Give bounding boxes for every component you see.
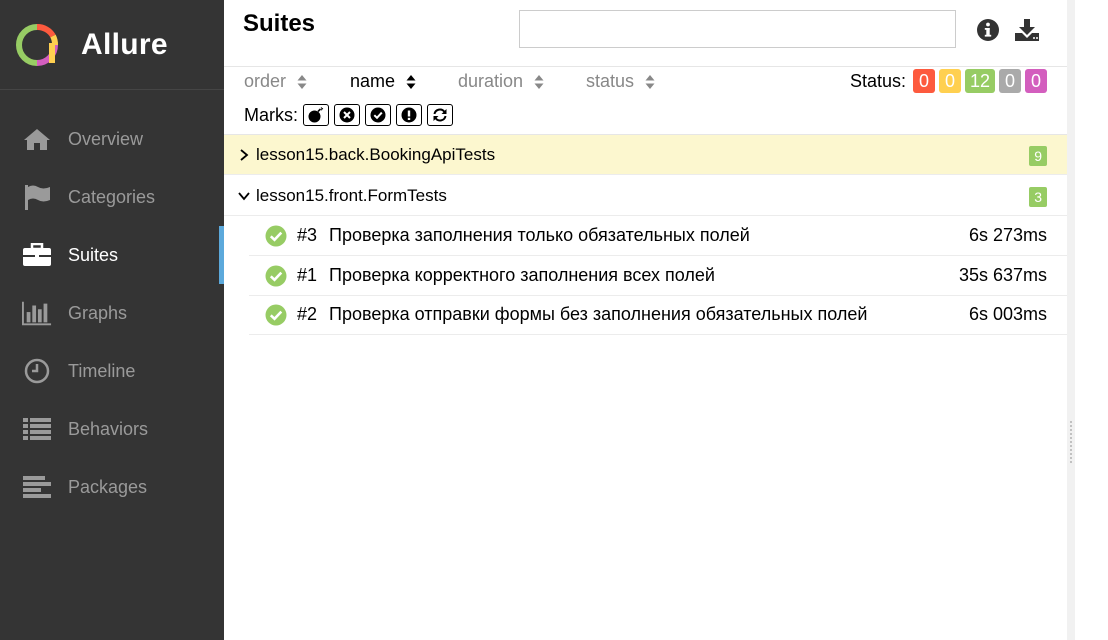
briefcase-icon — [22, 242, 52, 268]
info-icon — [977, 19, 999, 41]
sidebar-item-overview[interactable]: Overview — [0, 110, 224, 168]
sidebar-item-timeline[interactable]: Timeline — [0, 342, 224, 400]
sort-icon — [645, 74, 655, 89]
chevron-right-icon — [238, 148, 250, 161]
sort-label: name — [350, 71, 396, 91]
suite-group-row[interactable]: lesson15.front.FormTests 3 — [224, 176, 1067, 216]
sidebar-item-label: Suites — [68, 244, 119, 265]
sidebar-item-label: Graphs — [68, 302, 128, 323]
sidebar-item-label: Overview — [68, 128, 144, 149]
sidebar-item-suites[interactable]: Suites — [0, 226, 224, 284]
home-icon — [22, 126, 52, 152]
sidebar: Allure Overview Categories Suites Graphs — [0, 0, 224, 640]
sidebar-nav: Overview Categories Suites Graphs Timeli… — [0, 90, 224, 516]
suite-group-name: lesson15.back.BookingApiTests — [256, 144, 496, 164]
sidebar-item-label: Behaviors — [68, 418, 149, 439]
test-row[interactable]: #3 Проверка заполнения только обязательн… — [249, 216, 1067, 256]
splitter-grip[interactable] — [1069, 420, 1073, 464]
test-number: #2 — [297, 304, 318, 324]
sort-toolbar: order name duration status Status: 0 0 1… — [224, 66, 1067, 135]
sidebar-item-behaviors[interactable]: Behaviors — [0, 400, 224, 458]
passed-status-icon — [265, 304, 287, 325]
test-row[interactable]: #2 Проверка отправки формы без заполнени… — [249, 295, 1067, 335]
test-duration: 6s 003ms — [968, 304, 1047, 324]
test-name: Проверка отправки формы без заполнения о… — [329, 304, 868, 324]
test-duration: 35s 637ms — [958, 265, 1047, 285]
suite-group-row[interactable]: lesson15.back.BookingApiTests 9 — [224, 135, 1067, 175]
sort-by-duration[interactable]: duration — [458, 71, 544, 92]
app-title: Allure — [81, 27, 168, 61]
sort-by-name[interactable]: name — [350, 71, 416, 92]
sidebar-item-graphs[interactable]: Graphs — [0, 284, 224, 342]
sidebar-item-label: Packages — [68, 476, 148, 497]
passed-status-icon — [265, 265, 287, 286]
status-failed-badge[interactable]: 0 — [912, 69, 935, 93]
mark-new-passed-toggle[interactable] — [365, 104, 391, 126]
suite-count-badge: 3 — [1029, 187, 1047, 207]
bar-chart-icon — [22, 300, 52, 326]
chevron-down-icon — [238, 190, 250, 202]
sort-by-status[interactable]: status — [586, 71, 655, 92]
test-duration: 6s 273ms — [968, 225, 1047, 245]
download-icon — [1015, 19, 1039, 41]
marks-label: Marks: — [244, 104, 298, 125]
suite-count-badge: 9 — [1029, 146, 1047, 166]
clock-icon — [22, 358, 52, 384]
sort-label: order — [244, 71, 287, 91]
mark-new-broken-toggle[interactable] — [396, 104, 422, 126]
passed-status-icon — [265, 225, 287, 246]
sort-label: duration — [458, 71, 524, 91]
list-icon — [22, 416, 52, 442]
detail-pane — [1075, 0, 1108, 640]
flag-icon — [22, 184, 52, 210]
sidebar-item-label: Timeline — [68, 360, 136, 381]
test-row[interactable]: #1 Проверка корректного заполнения всех … — [249, 256, 1067, 296]
sort-label: status — [586, 71, 635, 91]
page-title: Suites — [243, 10, 316, 37]
times-circle-icon — [339, 107, 355, 123]
test-number: #1 — [297, 265, 318, 285]
sort-by-order[interactable]: order — [244, 71, 307, 92]
info-button[interactable] — [975, 17, 1001, 43]
sort-icon — [297, 74, 307, 89]
sort-icon — [406, 74, 416, 89]
test-name: Проверка корректного заполнения всех пол… — [329, 265, 715, 285]
status-unknown-badge[interactable]: 0 — [1025, 69, 1047, 93]
mark-new-failed-toggle[interactable] — [334, 104, 360, 126]
test-name: Проверка заполнения только обязательных … — [329, 225, 750, 245]
search-input[interactable] — [519, 10, 956, 48]
status-passed-badge[interactable]: 12 — [964, 69, 995, 93]
marks-filter: Marks: — [244, 104, 453, 126]
sidebar-item-packages[interactable]: Packages — [0, 458, 224, 516]
test-number: #3 — [297, 225, 318, 245]
status-skipped-badge[interactable]: 0 — [999, 69, 1021, 93]
download-button[interactable] — [1014, 17, 1040, 43]
sort-icon — [534, 74, 544, 89]
suite-group-name: lesson15.front.FormTests — [256, 185, 447, 205]
status-filter: Status: 0 0 12 0 0 — [850, 69, 1047, 93]
exclamation-circle-icon — [401, 107, 417, 123]
allure-logo-icon — [16, 23, 58, 66]
sidebar-item-label: Categories — [68, 186, 156, 207]
bomb-icon — [308, 107, 324, 123]
mark-flaky-toggle[interactable] — [303, 104, 329, 126]
sidebar-item-categories[interactable]: Categories — [0, 168, 224, 226]
check-circle-icon — [370, 107, 386, 123]
mark-retries-toggle[interactable] — [427, 104, 453, 126]
status-label: Status: — [849, 70, 906, 91]
brand[interactable]: Allure — [0, 0, 224, 90]
refresh-icon — [433, 108, 447, 122]
pane-header: Suites — [224, 0, 1067, 67]
status-broken-badge[interactable]: 0 — [938, 69, 961, 93]
suites-pane: Suites order name duration status Status… — [224, 0, 1067, 640]
pane-splitter[interactable] — [1067, 0, 1075, 640]
align-left-icon — [22, 474, 52, 500]
